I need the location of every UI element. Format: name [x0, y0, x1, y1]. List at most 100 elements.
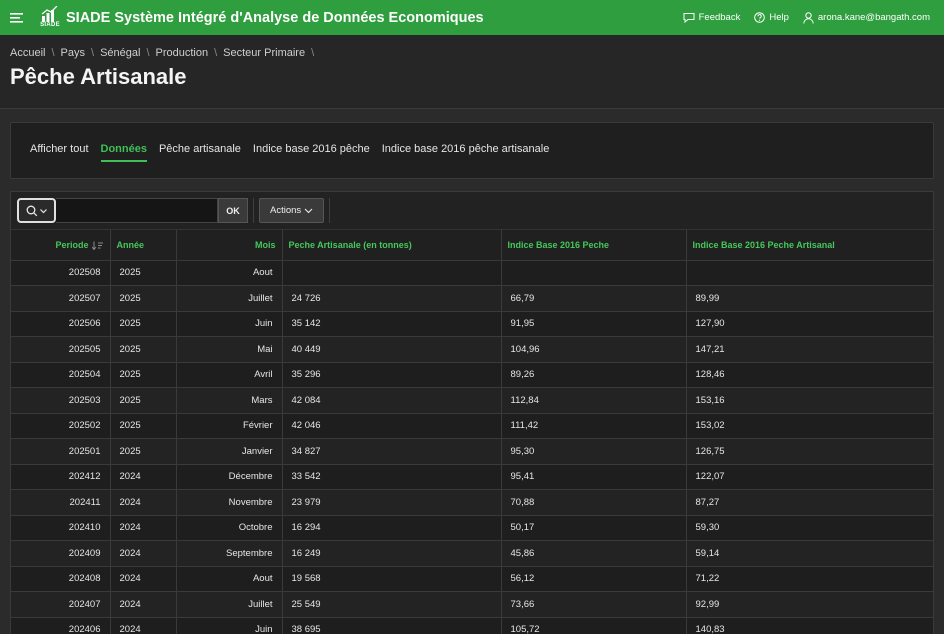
table-row: 202409 2024 Septembre 16 249 45,86 59,14 [11, 540, 933, 567]
table-cell: 45,86 [501, 540, 687, 567]
toolbar-divider [329, 198, 331, 223]
search-input[interactable] [56, 198, 218, 223]
sort-descending-icon [91, 241, 103, 250]
breadcrumb-separator: \ [51, 47, 55, 59]
table-cell: 202407 [11, 591, 111, 618]
table-cell: 2025 [110, 260, 177, 286]
table-cell: 89,99 [686, 285, 933, 312]
table-cell: 126,75 [686, 438, 933, 465]
table-cell: 202408 [11, 566, 111, 592]
column-header-annee[interactable]: Année [110, 230, 177, 261]
table-cell: 202508 [11, 260, 111, 286]
table-cell: 2025 [110, 413, 177, 439]
table-cell: 202501 [11, 438, 111, 465]
table-cell: 202507 [11, 285, 111, 312]
table-cell: 56,12 [501, 566, 687, 592]
breadcrumb-item-production[interactable]: Production [156, 47, 209, 59]
table-cell: 202506 [11, 311, 111, 337]
table-cell: 153,16 [686, 387, 933, 414]
column-header-peche-artisanale[interactable]: Peche Artisanale (en tonnes) [282, 230, 502, 261]
tab-indice-peche-artisanale[interactable]: Indice base 2016 pêche artisanale [382, 143, 550, 162]
table-cell: 122,07 [686, 464, 933, 490]
table-cell: 2025 [110, 387, 177, 414]
breadcrumb: Accueil \ Pays \ Sénégal \ Production \ … [10, 47, 320, 59]
table-cell: 91,95 [501, 311, 687, 337]
table-cell: 42 084 [282, 387, 502, 414]
table-row: 202508 2025 Aout [11, 260, 933, 286]
column-header-indice-peche[interactable]: Indice Base 2016 Peche [501, 230, 687, 261]
tab-afficher-tout[interactable]: Afficher tout [30, 143, 89, 162]
table-body: 202508 2025 Aout 202507 2025 Juillet 24 726 66,… [11, 260, 933, 634]
table-cell [686, 260, 933, 286]
report-toolbar: OK Actions [11, 192, 933, 230]
table-header-row: Periode Année Mois Peche Artisanale (en … [11, 230, 933, 261]
user-icon [803, 11, 814, 24]
table-cell: 38 695 [282, 617, 502, 634]
user-menu[interactable]: arona.kane@bangath.com [803, 11, 930, 24]
breadcrumb-item-secteur-primaire[interactable]: Secteur Primaire [223, 47, 305, 59]
feedback-label: Feedback [698, 12, 741, 23]
table-cell: 104,96 [501, 336, 687, 363]
table-cell: 33 542 [282, 464, 502, 490]
tab-donnees[interactable]: Données [100, 143, 147, 162]
breadcrumb-separator: \ [214, 47, 218, 59]
table-cell: 2024 [110, 515, 177, 541]
table-cell: 25 549 [282, 591, 502, 618]
table-row: 202502 2025 Février 42 046 111,42 153,02 [11, 413, 933, 439]
table-cell: 2025 [110, 311, 177, 337]
column-header-periode[interactable]: Periode [11, 230, 111, 261]
table-row: 202506 2025 Juin 35 142 91,95 127,90 [11, 311, 933, 337]
table-cell: 95,41 [501, 464, 687, 490]
table-cell: 95,30 [501, 438, 687, 465]
table-cell: Juin [176, 617, 283, 634]
table-cell: Janvier [176, 438, 283, 465]
table-row: 202406 2024 Juin 38 695 105,72 140,83 [11, 617, 933, 634]
help-link[interactable]: Help [754, 12, 789, 23]
table-cell: 24 726 [282, 285, 502, 312]
table-row: 202505 2025 Mai 40 449 104,96 147,21 [11, 336, 933, 363]
column-header-indice-peche-artisanal[interactable]: Indice Base 2016 Peche Artisanal [686, 230, 933, 261]
breadcrumb-item-pays[interactable]: Pays [61, 47, 85, 59]
table-cell: 202410 [11, 515, 111, 541]
table-cell: 87,27 [686, 489, 933, 516]
table-cell: 2024 [110, 464, 177, 490]
table-row: 202407 2024 Juillet 25 549 73,66 92,99 [11, 591, 933, 618]
tab-peche-artisanale[interactable]: Pêche artisanale [159, 143, 241, 162]
table-cell: 2025 [110, 285, 177, 312]
top-bar: SIADE SIADE Système Intégré d'Analyse de… [0, 0, 944, 35]
table-row: 202504 2025 Avril 35 296 89,26 128,46 [11, 362, 933, 388]
hamburger-menu-icon[interactable] [2, 0, 32, 35]
breadcrumb-item-senegal[interactable]: Sénégal [100, 47, 140, 59]
tab-indice-peche[interactable]: Indice base 2016 pêche [253, 143, 370, 162]
table-cell: 89,26 [501, 362, 687, 388]
table-cell: 202409 [11, 540, 111, 567]
help-circle-icon [754, 12, 766, 23]
column-header-label: Periode [55, 239, 89, 250]
page-title: Pêche Artisanale [10, 64, 187, 89]
table-cell: 153,02 [686, 413, 933, 439]
app-title[interactable]: SIADE Système Intégré d'Analyse de Donné… [66, 10, 484, 26]
siade-logo[interactable]: SIADE [36, 3, 64, 33]
feedback-link[interactable]: Feedback [683, 12, 741, 23]
actions-menu-button[interactable]: Actions [259, 198, 325, 223]
table-cell: 202502 [11, 413, 111, 439]
search-column-button[interactable] [17, 198, 56, 223]
breadcrumb-separator: \ [146, 47, 150, 59]
table-cell: 202503 [11, 387, 111, 414]
table-cell [501, 260, 687, 286]
table-cell: 105,72 [501, 617, 687, 634]
table-row: 202408 2024 Aout 19 568 56,12 71,22 [11, 566, 933, 592]
logo-text: SIADE [40, 22, 60, 28]
search-ok-button[interactable]: OK [218, 198, 248, 223]
table-cell: 70,88 [501, 489, 687, 516]
breadcrumb-item-accueil[interactable]: Accueil [10, 47, 45, 59]
table-cell: 202504 [11, 362, 111, 388]
column-header-mois[interactable]: Mois [176, 230, 283, 261]
help-label: Help [769, 12, 789, 23]
table-cell: Novembre [176, 489, 283, 516]
table-cell: Décembre [176, 464, 283, 490]
table-row: 202501 2025 Janvier 34 827 95,30 126,75 [11, 438, 933, 465]
table-cell: 112,84 [501, 387, 687, 414]
table-cell: 35 142 [282, 311, 502, 337]
table-cell: 42 046 [282, 413, 502, 439]
